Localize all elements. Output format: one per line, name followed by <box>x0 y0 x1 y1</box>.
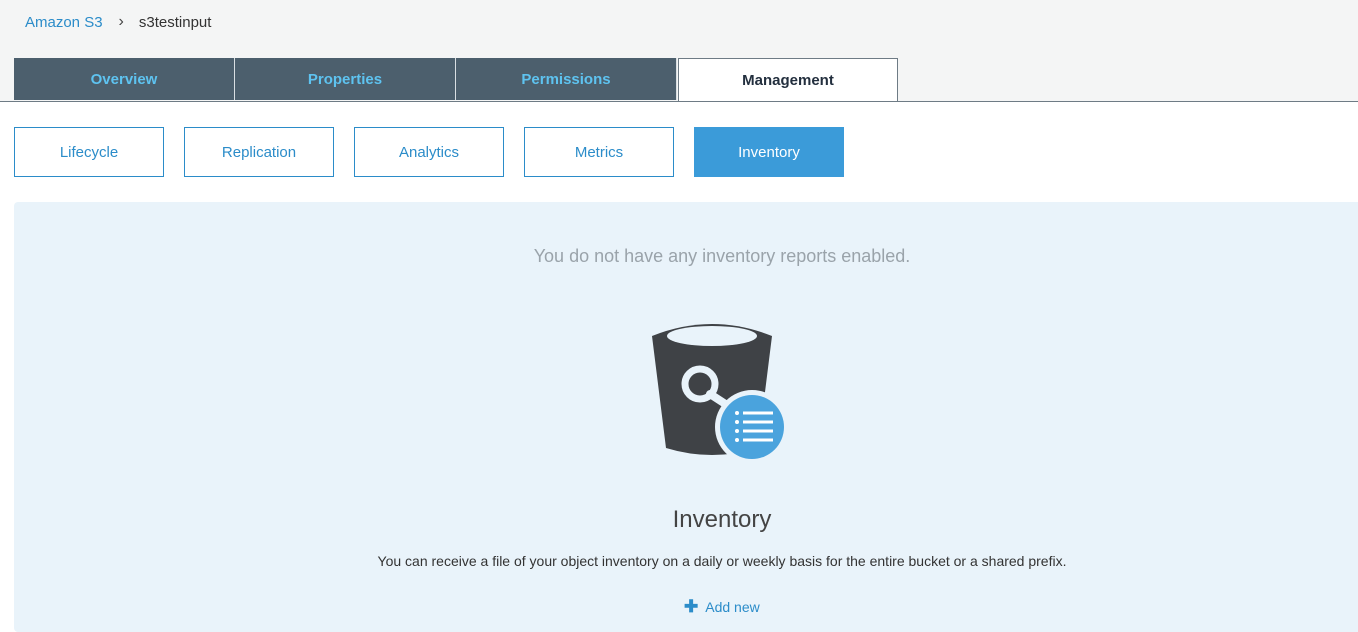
subtab-metrics[interactable]: Metrics <box>524 127 674 177</box>
inventory-panel: You do not have any inventory reports en… <box>14 202 1358 632</box>
inventory-description: You can receive a file of your object in… <box>377 553 1067 569</box>
subtab-analytics[interactable]: Analytics <box>354 127 504 177</box>
chevron-right-icon: › <box>118 13 124 30</box>
breadcrumb-current-bucket: s3testinput <box>138 13 212 31</box>
management-subtabs: Lifecycle Replication Analytics Metrics … <box>14 127 844 177</box>
tab-overview[interactable]: Overview <box>14 58 235 100</box>
subtab-inventory[interactable]: Inventory <box>694 127 844 177</box>
subtab-lifecycle[interactable]: Lifecycle <box>14 127 164 177</box>
bucket-inventory-icon <box>652 324 789 464</box>
breadcrumb-amazon-s3-link[interactable]: Amazon S3 <box>25 14 103 31</box>
tab-divider <box>0 101 1358 102</box>
tab-properties[interactable]: Properties <box>235 58 456 100</box>
bucket-tabs: Overview Properties Permissions Manageme… <box>14 58 898 102</box>
breadcrumb: Amazon S3 › s3testinput <box>25 13 211 31</box>
subtab-replication[interactable]: Replication <box>184 127 334 177</box>
header-area: Amazon S3 › s3testinput Overview Propert… <box>0 0 1358 102</box>
inventory-title: Inventory <box>672 506 772 533</box>
plus-icon: ✚ <box>684 597 699 616</box>
add-new-button[interactable]: ✚ Add new <box>684 598 760 615</box>
tab-permissions[interactable]: Permissions <box>456 58 677 100</box>
tab-management[interactable]: Management <box>678 58 898 102</box>
empty-state-message: You do not have any inventory reports en… <box>533 246 911 266</box>
add-new-label: Add new <box>705 598 760 615</box>
